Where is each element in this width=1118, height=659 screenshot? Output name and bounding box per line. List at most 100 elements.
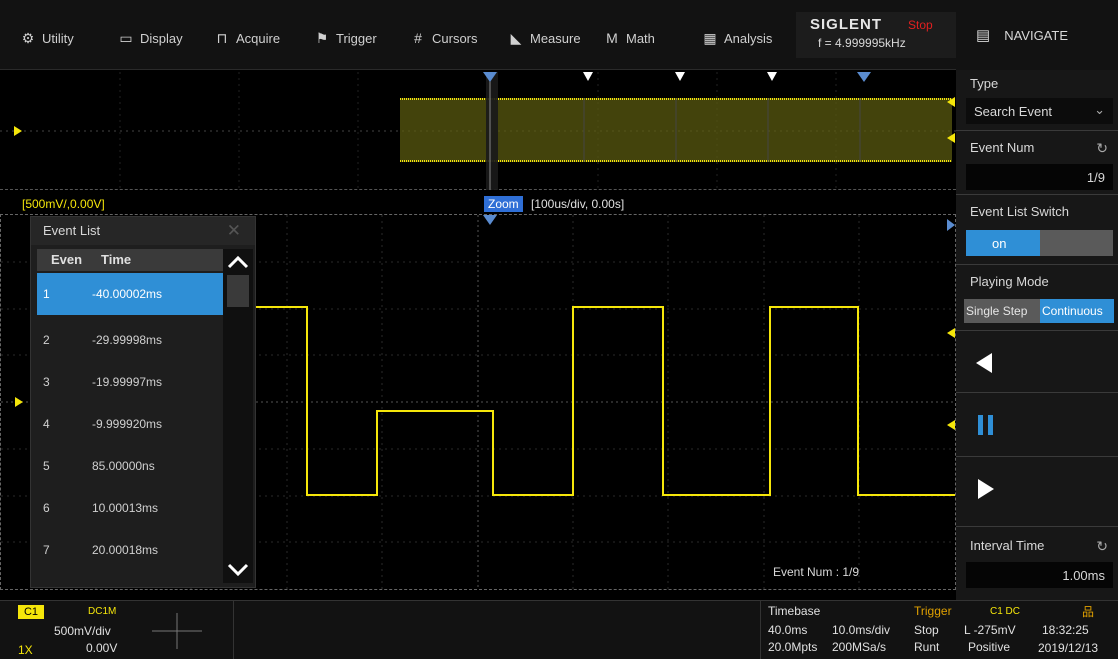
single-step-option[interactable]: Single Step bbox=[964, 299, 1040, 323]
clock-time: 18:32:25 bbox=[1042, 623, 1089, 637]
timebase-delay[interactable]: 40.0ms bbox=[768, 623, 807, 637]
channel-panel-divider bbox=[44, 601, 234, 659]
pause-button[interactable] bbox=[956, 396, 1118, 454]
acquire-icon: ⊓ bbox=[216, 29, 228, 46]
menu-label: Acquire bbox=[236, 30, 281, 46]
event-number: 4 bbox=[43, 417, 50, 431]
interval-time-label: Interval Time bbox=[970, 538, 1045, 553]
status-bar: C1 DC1M 500mV/div 0.00V 1X Timebase 40.0… bbox=[0, 600, 956, 659]
event-num-value: 1/9 bbox=[1086, 170, 1105, 185]
sample-rate: 200MSa/s bbox=[832, 640, 887, 654]
brand-logo: SIGLENT bbox=[810, 16, 883, 33]
event-list-title: Event List bbox=[31, 217, 255, 245]
play-backward-button[interactable] bbox=[956, 334, 1118, 392]
event-list-switch[interactable]: on bbox=[966, 230, 1113, 256]
divider bbox=[956, 456, 1118, 457]
menu-cursors[interactable]: # Cursors bbox=[410, 28, 477, 48]
timebase-label: Timebase bbox=[768, 604, 821, 618]
continuous-option[interactable]: Continuous bbox=[1040, 299, 1114, 323]
channel-ground-marker bbox=[15, 397, 23, 407]
menu-math[interactable]: M Math bbox=[604, 28, 655, 48]
trigger-state: Stop bbox=[914, 623, 939, 637]
scroll-up-icon bbox=[227, 255, 249, 269]
menu-label: Math bbox=[626, 30, 655, 46]
navigate-panel: ▤ NAVIGATE Type Search Event ⌄ Event Num… bbox=[956, 0, 1118, 659]
zoom-badge: Zoom bbox=[484, 196, 523, 212]
column-header-event: Even bbox=[51, 252, 83, 267]
trigger-level-marker bbox=[947, 420, 955, 430]
divider bbox=[956, 130, 1118, 131]
menu-label: Measure bbox=[530, 30, 581, 46]
event-num-label: Event Num bbox=[970, 140, 1035, 155]
event-row[interactable]: 4 -9.999920ms bbox=[37, 403, 223, 445]
event-number: 5 bbox=[43, 459, 50, 473]
play-left-icon bbox=[976, 353, 992, 373]
menu-utility[interactable]: ⚙ Utility bbox=[20, 28, 74, 48]
monitor-icon: ▭ bbox=[119, 29, 133, 46]
play-forward-button[interactable] bbox=[956, 460, 1118, 520]
menu-trigger[interactable]: ⚑ Trigger bbox=[314, 28, 377, 48]
trigger-position-marker bbox=[483, 215, 497, 225]
overview-waveform[interactable] bbox=[0, 72, 956, 190]
interval-time-field[interactable]: 1.00ms bbox=[966, 562, 1113, 588]
event-number: 2 bbox=[43, 333, 50, 347]
close-icon[interactable]: ✕ bbox=[227, 221, 241, 241]
trigger-polarity: Positive bbox=[968, 640, 1011, 654]
menu-label: Display bbox=[140, 30, 183, 46]
menu-label: Utility bbox=[42, 30, 74, 46]
event-list-scrollbar[interactable] bbox=[223, 249, 253, 583]
event-row[interactable]: 7 20.00018ms bbox=[37, 529, 223, 571]
overview-svg bbox=[0, 72, 956, 190]
event-time: -19.99997ms bbox=[92, 375, 163, 389]
run-status[interactable]: Stop bbox=[908, 18, 933, 32]
event-row[interactable]: 5 85.00000ns bbox=[37, 445, 223, 487]
probe-ratio: 1X bbox=[18, 643, 33, 657]
event-marker bbox=[675, 72, 685, 81]
type-value: Search Event bbox=[974, 104, 1053, 119]
channel-scale-label: [500mV/,0.00V] bbox=[22, 197, 105, 211]
channel-badge[interactable]: C1 bbox=[18, 605, 44, 619]
event-num-field[interactable]: 1/9 bbox=[966, 164, 1113, 190]
trigger-level[interactable]: L -275mV bbox=[964, 623, 1016, 637]
refresh-icon[interactable]: ↻ bbox=[1096, 140, 1108, 157]
divider bbox=[956, 526, 1118, 527]
frequency-readout: f = 4.999995kHz bbox=[818, 36, 906, 50]
timebase-scale[interactable]: 10.0ms/div bbox=[832, 623, 890, 637]
event-list-window: Event List ✕ Even Time 1 -40.00002ms 2 -… bbox=[30, 216, 256, 588]
switch-on: on bbox=[966, 230, 1040, 256]
type-select[interactable]: Search Event ⌄ bbox=[966, 98, 1113, 124]
event-marker bbox=[583, 72, 593, 81]
gear-icon: ⚙ bbox=[21, 29, 35, 46]
event-number: 1 bbox=[43, 287, 50, 301]
zoom-timebase-label: [100us/div, 0.00s] bbox=[531, 197, 625, 211]
menu-measure[interactable]: ◣ Measure bbox=[508, 28, 581, 48]
divider bbox=[956, 392, 1118, 393]
event-time: 10.00013ms bbox=[92, 501, 159, 515]
trigger-label: Trigger bbox=[914, 604, 952, 618]
event-time: 20.00018ms bbox=[92, 543, 159, 557]
event-number: 6 bbox=[43, 501, 50, 515]
offscreen-marker bbox=[947, 219, 955, 231]
divider bbox=[956, 264, 1118, 265]
event-row[interactable]: 2 -29.99998ms bbox=[37, 319, 223, 361]
menu-display[interactable]: ▭ Display bbox=[118, 28, 183, 48]
clock-date: 2019/12/13 bbox=[1038, 641, 1099, 655]
divider bbox=[956, 330, 1118, 331]
event-time: -40.00002ms bbox=[92, 287, 163, 301]
analysis-icon: ▦ bbox=[703, 29, 717, 46]
playing-mode-label: Playing Mode bbox=[970, 274, 1049, 289]
event-number: 7 bbox=[43, 543, 50, 557]
cursors-icon: # bbox=[414, 30, 422, 46]
menu-analysis[interactable]: ▦ Analysis bbox=[702, 28, 772, 48]
event-row[interactable]: 6 10.00013ms bbox=[37, 487, 223, 529]
event-row[interactable]: 3 -19.99997ms bbox=[37, 361, 223, 403]
scroll-thumb bbox=[227, 275, 249, 307]
add-channel-icon[interactable] bbox=[150, 611, 204, 651]
refresh-icon[interactable]: ↻ bbox=[1096, 538, 1108, 555]
menu-acquire[interactable]: ⊓ Acquire bbox=[214, 28, 281, 48]
pause-icon bbox=[978, 415, 993, 435]
event-list-switch-label: Event List Switch bbox=[970, 204, 1069, 219]
chevron-down-icon: ⌄ bbox=[1094, 102, 1105, 117]
event-row[interactable]: 1 -40.00002ms bbox=[37, 273, 223, 315]
flag-icon: ⚑ bbox=[315, 29, 329, 46]
